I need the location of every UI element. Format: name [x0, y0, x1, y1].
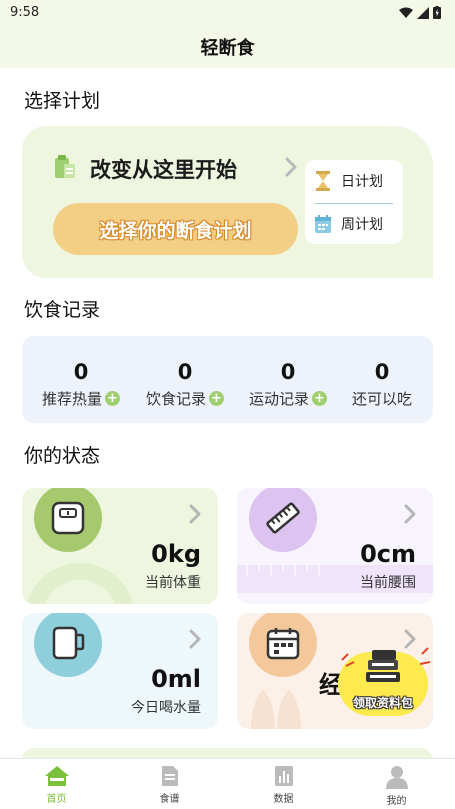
bottom-nav: 首页 食谱 数据 我的 [0, 758, 455, 809]
water-label: 今日喝水量 [131, 700, 201, 716]
gift-badge[interactable]: 领取资料包 [334, 638, 434, 718]
ruler-icon [266, 502, 300, 534]
water-value: 0ml [151, 665, 201, 693]
section-title-diet: 饮食记录 [24, 299, 101, 321]
chevron-right-icon[interactable] [284, 157, 298, 177]
app-bar: 轻断食 [0, 26, 455, 68]
chevron-right-icon [189, 504, 201, 524]
nav-data[interactable]: 数据 [227, 759, 340, 809]
document-icon [161, 766, 178, 786]
scale-icon [51, 501, 85, 535]
nav-data-label: 数据 [273, 794, 294, 805]
status-time: 9:58 [10, 5, 40, 20]
waist-label: 当前腰围 [360, 575, 416, 591]
signal-icon [417, 6, 429, 19]
user-icon [385, 766, 408, 789]
app-title: 轻断食 [200, 38, 255, 59]
calendar-icon [315, 215, 331, 233]
add-icon[interactable]: + [209, 391, 224, 406]
recommended-calories-value: 0 [73, 360, 89, 384]
plan-card: 改变从这里开始 选择你的断食计划 日计划 周计划 [22, 126, 433, 278]
food-record-value: 0 [177, 360, 193, 384]
weight-value: 0kg [151, 540, 201, 568]
diet-food-record[interactable]: 0 饮食记录 + [134, 336, 236, 423]
daily-plan-option[interactable]: 日计划 [315, 171, 383, 191]
plan-type-menu: 日计划 周计划 [305, 160, 403, 244]
period-badge [249, 613, 317, 677]
nav-home-label: 首页 [46, 794, 67, 805]
waist-value: 0cm [360, 540, 416, 568]
chevron-right-icon [189, 629, 201, 649]
recommended-calories-label: 推荐热量 [41, 390, 102, 408]
clipboard-icon [55, 155, 75, 178]
wifi-icon [399, 7, 413, 18]
home-icon [44, 766, 69, 786]
diet-exercise-record[interactable]: 0 运动记录 + [237, 336, 339, 423]
waist-badge [249, 488, 317, 552]
sparkle-icon [341, 647, 431, 667]
exercise-record-value: 0 [280, 360, 296, 384]
diet-remaining: 0 还可以吃 [331, 336, 433, 423]
system-icons [399, 6, 441, 19]
weekly-plan-option[interactable]: 周计划 [315, 214, 383, 234]
hourglass-icon [316, 171, 330, 191]
choose-plan-label: 选择你的断食计划 [99, 219, 252, 242]
nav-recipes-label: 食谱 [159, 794, 180, 805]
diet-recommended-calories[interactable]: 0 推荐热量 + [30, 336, 132, 423]
nav-recipes[interactable]: 食谱 [113, 759, 226, 809]
nav-home[interactable]: 首页 [0, 759, 113, 809]
weight-label: 当前体重 [145, 575, 201, 591]
menu-divider [315, 203, 393, 204]
diet-record-card: 0 推荐热量 + 0 饮食记录 + 0 运动记录 + 0 还可以吃 [22, 336, 433, 423]
remaining-value: 0 [374, 360, 390, 384]
choose-plan-button[interactable]: 选择你的断食计划 [53, 203, 298, 255]
cup-icon [52, 626, 85, 660]
add-icon[interactable]: + [312, 391, 327, 406]
weight-card[interactable]: 0kg 当前体重 [22, 488, 218, 604]
gift-label: 领取资料包 [352, 696, 413, 710]
nav-mine-label: 我的 [386, 796, 407, 807]
calendar-icon [266, 628, 300, 660]
water-card[interactable]: 0ml 今日喝水量 [22, 613, 218, 729]
remaining-label: 还可以吃 [351, 390, 412, 408]
weight-badge [34, 488, 102, 552]
water-badge [34, 613, 102, 677]
bar-chart-icon [274, 766, 293, 786]
nav-mine[interactable]: 我的 [340, 759, 453, 809]
food-record-label: 饮食记录 [145, 390, 206, 408]
plan-headline: 改变从这里开始 [90, 158, 237, 182]
exercise-record-label: 运动记录 [248, 390, 309, 408]
daily-plan-label: 日计划 [341, 174, 383, 190]
battery-icon [433, 6, 441, 19]
chevron-right-icon [404, 504, 416, 524]
waist-card[interactable]: 0cm 当前腰围 [237, 488, 433, 604]
section-title-status: 你的状态 [24, 445, 101, 467]
section-title-plan: 选择计划 [24, 90, 101, 112]
weekly-plan-label: 周计划 [341, 217, 383, 233]
status-bar: 9:58 [0, 0, 455, 26]
add-icon[interactable]: + [105, 391, 120, 406]
